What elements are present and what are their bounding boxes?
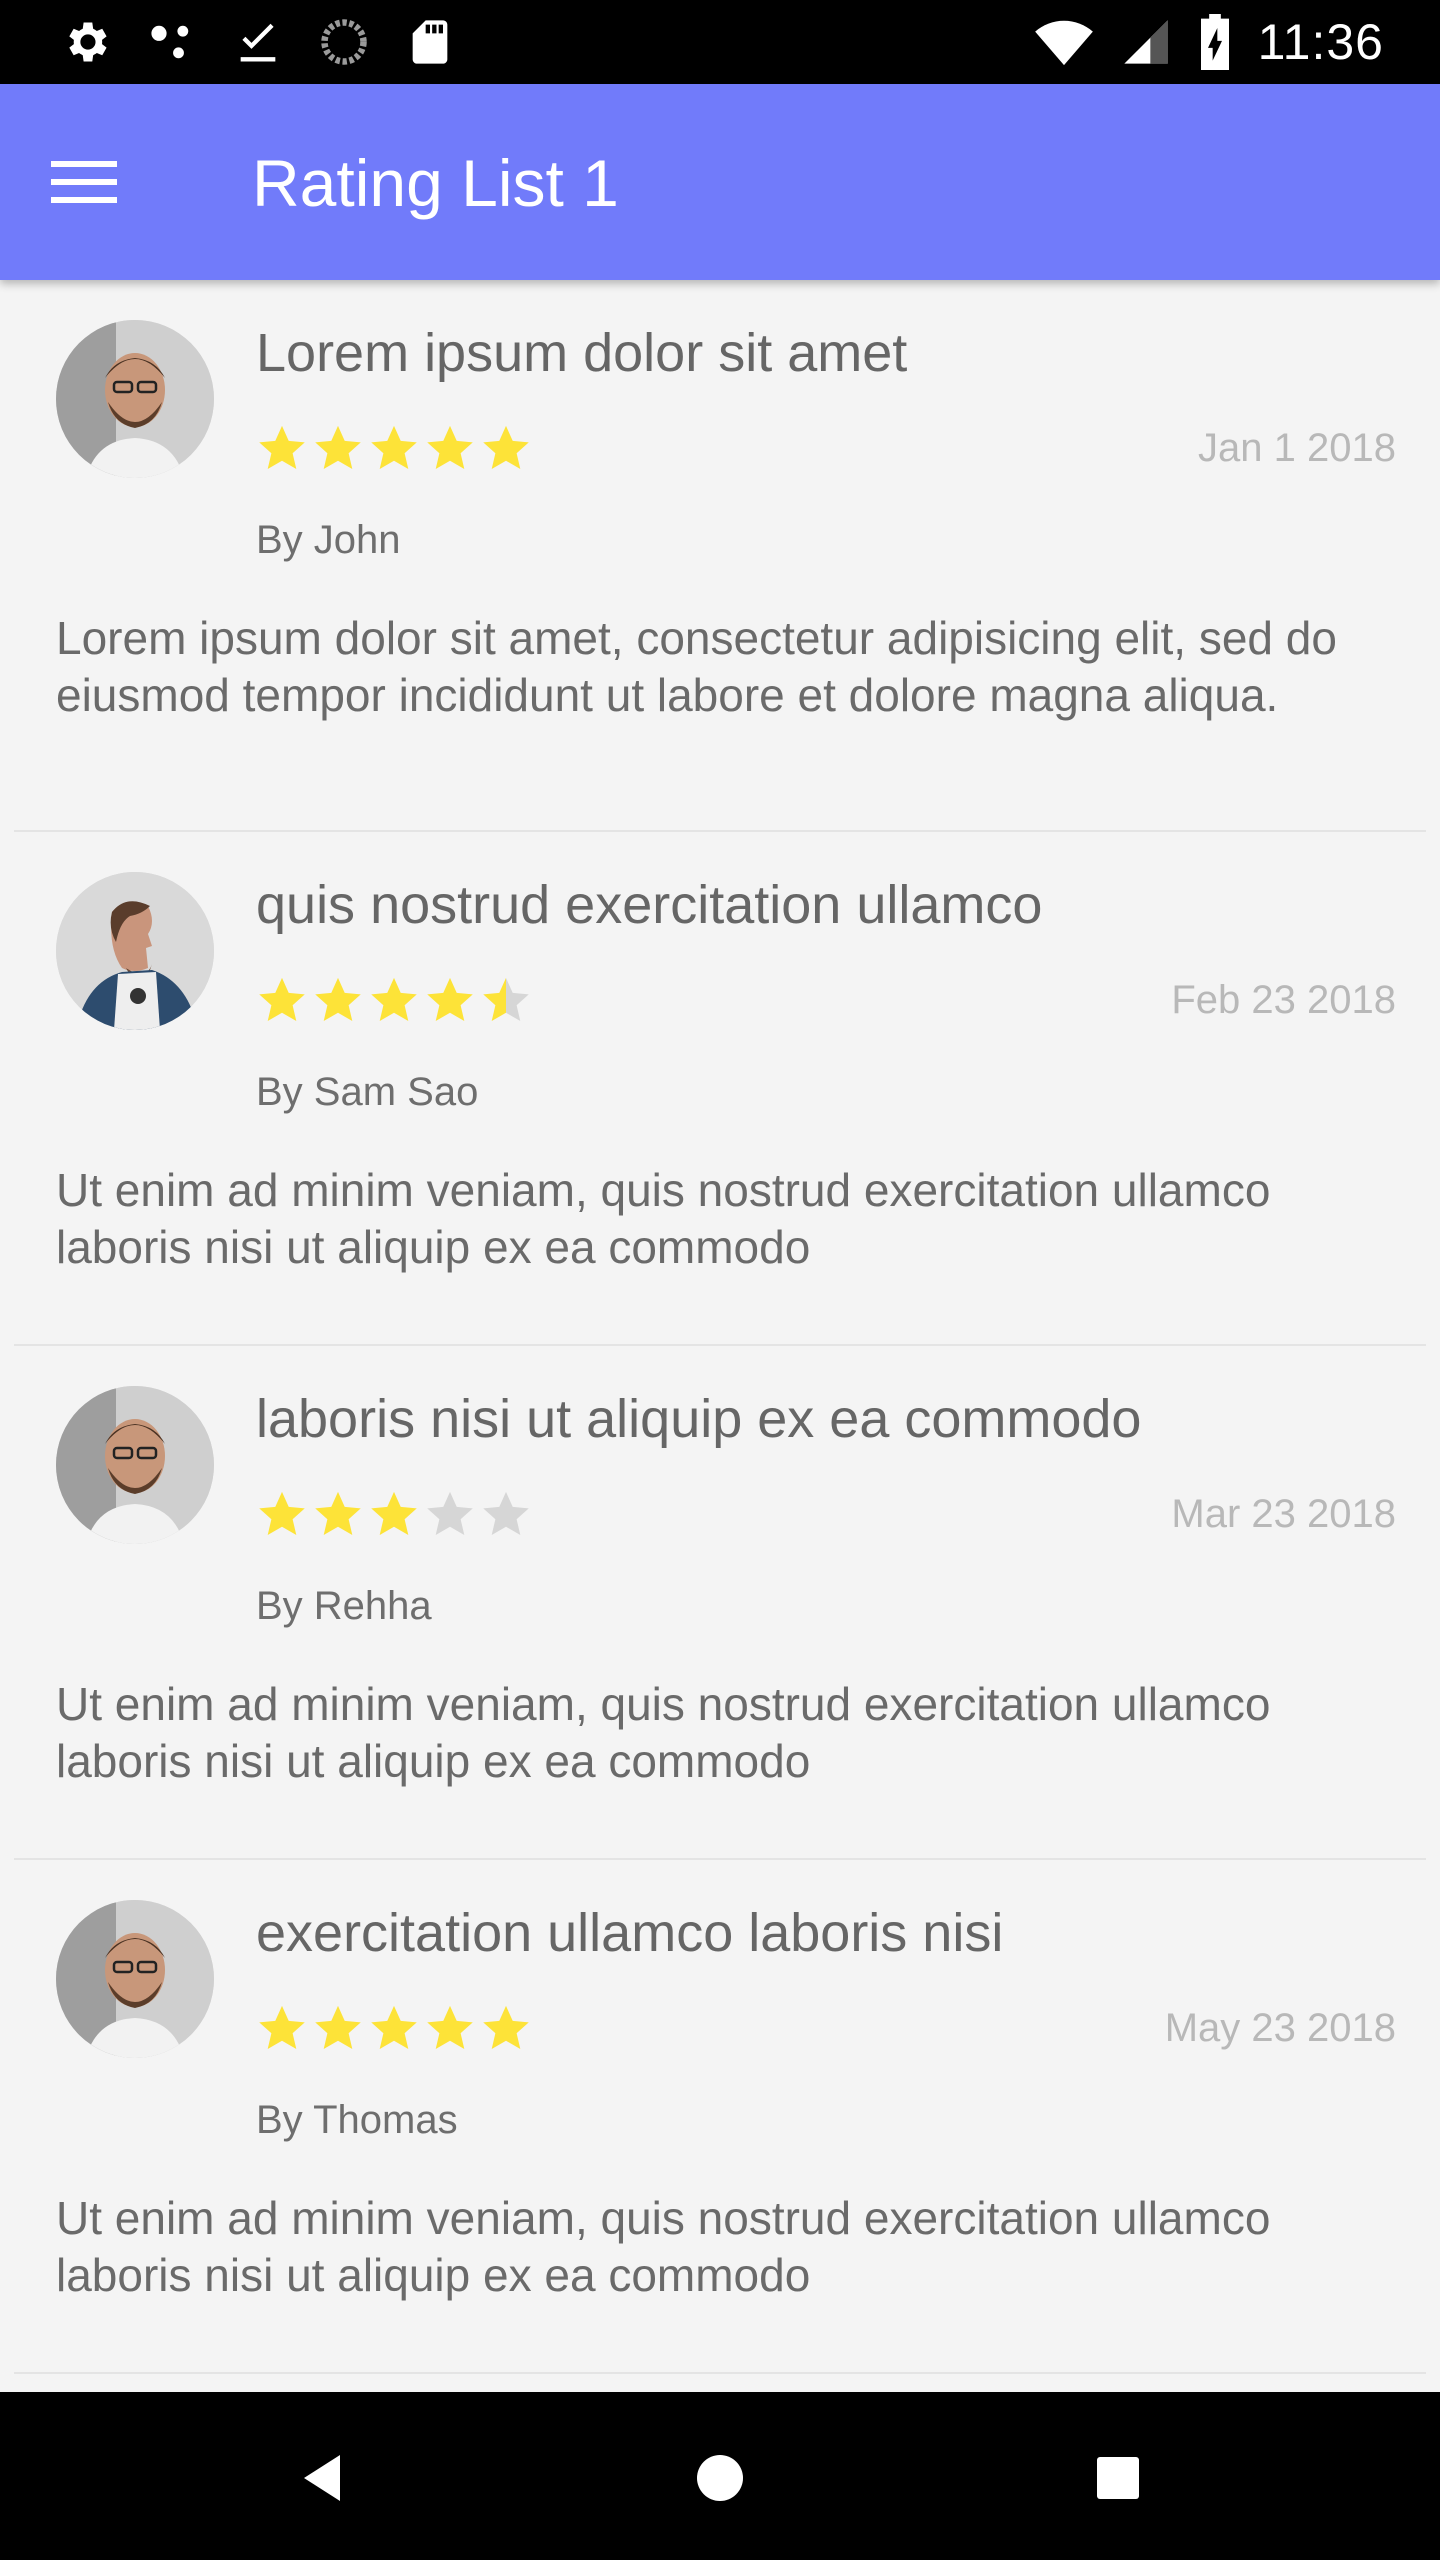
star-filled-icon (427, 425, 473, 470)
review-body: Ut enim ad minim veniam, quis nostrud ex… (56, 1678, 1271, 1787)
star-filled-icon (371, 977, 417, 1022)
review-author: By Thomas (256, 2098, 458, 2142)
star-rating (256, 2002, 532, 2054)
star-filled-icon (315, 2005, 361, 2050)
star-rating (256, 422, 532, 474)
status-bar: 11:36 (0, 0, 1440, 84)
review-author: By Rehha (256, 1584, 432, 1628)
recents-button[interactable] (1078, 2438, 1158, 2518)
review-item[interactable]: laboris nisi ut aliquip ex ea commodo Ma… (14, 1346, 1426, 1860)
star-filled-icon (259, 2005, 305, 2050)
sd-card-icon (412, 20, 448, 64)
avatar (56, 1386, 214, 1544)
star-filled-icon (259, 1491, 305, 1536)
star-filled-icon (259, 977, 305, 1022)
star-filled-icon (483, 2005, 529, 2050)
review-body: Ut enim ad minim veniam, quis nostrud ex… (56, 1164, 1271, 1273)
review-date: May 23 2018 (1164, 2006, 1396, 2050)
review-author: By Sam Sao (256, 1070, 479, 1114)
review-body: Lorem ipsum dolor sit amet, consectetur … (56, 612, 1337, 721)
page-title: Rating List 1 (252, 146, 619, 220)
review-item[interactable]: exercitation ullamco laboris nisi May 23… (14, 1860, 1426, 2374)
star-half-icon (483, 977, 529, 1022)
star-filled-icon (315, 425, 361, 470)
star-filled-icon (371, 2005, 417, 2050)
status-right-icons: 11:36 (1034, 14, 1384, 70)
signal-icon (1123, 20, 1168, 64)
star-filled-icon (259, 425, 305, 470)
review-list[interactable]: Lorem ipsum dolor sit amet Jan 1 2018 By… (0, 280, 1440, 2390)
review-date: Mar 23 2018 (1171, 1492, 1396, 1536)
star-filled-icon (315, 977, 361, 1022)
avatar (56, 872, 214, 1030)
avatar (56, 320, 214, 478)
menu-icon (51, 161, 117, 203)
recents-icon (1097, 2457, 1139, 2499)
back-icon (304, 2455, 340, 2501)
star-filled-icon (371, 1491, 417, 1536)
review-author: By John (256, 518, 401, 562)
review-body: Ut enim ad minim veniam, quis nostrud ex… (56, 2192, 1271, 2301)
review-date: Feb 23 2018 (1171, 978, 1396, 1022)
status-time: 11:36 (1257, 14, 1384, 70)
menu-button[interactable] (44, 142, 124, 222)
avatar (56, 1900, 214, 2058)
home-button[interactable] (680, 2438, 760, 2518)
review-title: Lorem ipsum dolor sit amet (256, 323, 908, 383)
settings-icon (69, 22, 107, 62)
review-title: quis nostrud exercitation ullamco (256, 875, 1043, 935)
review-item[interactable]: Lorem ipsum dolor sit amet Jan 1 2018 By… (14, 280, 1426, 832)
star-filled-icon (371, 425, 417, 470)
download-done-icon (240, 23, 276, 62)
sync-icon (321, 19, 367, 65)
star-rating (256, 974, 532, 1026)
star-filled-icon (427, 977, 473, 1022)
status-left-icons (60, 14, 456, 70)
star-filled-icon (315, 1491, 361, 1536)
star-empty-icon (483, 1491, 529, 1536)
app-bar: Rating List 1 (0, 84, 1440, 280)
review-title: laboris nisi ut aliquip ex ea commodo (256, 1389, 1142, 1449)
home-icon (697, 2455, 743, 2501)
star-rating (256, 1488, 532, 1540)
battery-charging-icon (1200, 14, 1229, 70)
review-title: exercitation ullamco laboris nisi (256, 1903, 1004, 1963)
star-filled-icon (427, 2005, 473, 2050)
review-date: Jan 1 2018 (1198, 426, 1396, 470)
review-item[interactable]: quis nostrud exercitation ullamco Feb 23… (14, 832, 1426, 1346)
back-button[interactable] (282, 2438, 362, 2518)
star-empty-icon (427, 1491, 473, 1536)
wifi-icon (1034, 20, 1093, 66)
navigation-bar (0, 2392, 1440, 2560)
dots-icon (151, 25, 189, 59)
star-filled-icon (483, 425, 529, 470)
